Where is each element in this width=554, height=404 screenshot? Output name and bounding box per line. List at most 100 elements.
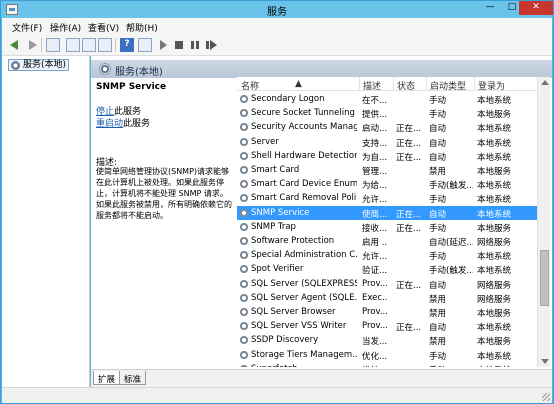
scroll-down-icon[interactable] [541, 359, 549, 364]
service-gear-icon [239, 335, 249, 346]
service-desc-cell: 管理... [362, 167, 388, 177]
sort-ascending-icon: ▲ [295, 79, 302, 89]
service-row[interactable]: Security Accounts Manag... 启动... 正在... 自动 本地… [237, 120, 537, 134]
service-desc-cell: Prov... [362, 278, 388, 289]
service-desc-cell: 允许... [362, 252, 388, 263]
pane-header: 服务(本地) [91, 60, 552, 78]
service-row[interactable]: Smart Card Removal Poli... 允许... 手动 本地系统 [237, 191, 537, 205]
service-row[interactable]: Secure Socket Tunneling ... 提供... 手动 本地服务 [237, 106, 537, 120]
tree-item-services-local[interactable]: 服务(本地) [8, 59, 70, 71]
column-divider[interactable] [474, 77, 475, 91]
service-logon-cell: 本地系统 [477, 96, 512, 106]
menu-file[interactable]: 文件(F) [12, 21, 42, 34]
action-pane-icon[interactable] [138, 38, 152, 52]
vertical-scrollbar[interactable] [537, 77, 550, 367]
service-gear-icon [239, 292, 249, 303]
restart-service-icon[interactable] [204, 38, 218, 52]
scroll-thumb[interactable] [540, 250, 549, 306]
service-gear-icon [239, 221, 249, 232]
services-gear-icon [11, 61, 20, 70]
service-desc-cell: 接收... [362, 223, 388, 234]
service-row[interactable]: Secondary Logon 在不... 手动 本地系统 [237, 92, 537, 106]
col-desc-header[interactable]: 描述 [363, 79, 381, 92]
view-tabs: 扩展 标准 [91, 369, 552, 387]
service-status-cell: 正在... [396, 209, 422, 220]
column-divider[interactable] [426, 77, 427, 91]
export-list-icon[interactable] [98, 38, 112, 52]
restart-service-link[interactable]: 重启动 [96, 119, 123, 129]
service-row[interactable]: SQL Server (SQLEXPRESS... Prov... 正在... 自动 网… [237, 277, 537, 291]
service-row[interactable]: SQL Server VSS Writer Prov... 正在... 自动 本地系统 [237, 319, 537, 333]
service-desc-cell: Prov... [362, 307, 388, 317]
menu-help[interactable]: 帮助(H) [126, 21, 158, 34]
service-row[interactable]: Server 支持... 正在... 自动 本地系统 [237, 135, 537, 149]
tab-standard[interactable]: 标准 [119, 371, 147, 385]
service-description: 使简单网络管理协议(SNMP)请求能够在此计算机上被处理。如果此服务停止，计算机… [96, 167, 232, 220]
service-gear-icon [239, 122, 249, 133]
service-logon-cell: 本地系统 [477, 351, 512, 362]
service-name-cell: SSDP Discovery [251, 335, 319, 346]
show-hide-tree-icon[interactable] [46, 38, 60, 52]
service-desc-cell: 使简... [362, 209, 388, 220]
service-name-cell: Special Administration C... [251, 250, 357, 261]
service-row[interactable]: SNMP Service 使简... 正在... 自动 本地系统 [237, 205, 537, 220]
column-divider[interactable] [393, 77, 394, 91]
service-logon-cell: 本地系统 [477, 266, 512, 277]
service-startup-cell: 自动 [429, 124, 447, 135]
help-icon[interactable]: ? [120, 38, 134, 52]
service-row[interactable]: SQL Server Browser Prov... 禁用 本地服务 [237, 305, 537, 319]
restart-service-suffix: 此服务 [123, 119, 151, 129]
service-gear-icon [239, 250, 249, 261]
service-row[interactable]: Superfetch 维护... 手动 本地系统 [237, 362, 537, 367]
scroll-up-icon[interactable] [541, 80, 549, 85]
service-startup-cell: 禁用 [429, 309, 447, 319]
menu-action[interactable]: 操作(A) [50, 21, 81, 34]
close-button[interactable]: ✕ [519, 1, 553, 15]
service-startup-cell: 手动 [429, 223, 447, 234]
menu-view[interactable]: 查看(V) [88, 21, 119, 34]
col-name-header[interactable]: 名称 [241, 79, 259, 92]
service-name-cell: Storage Tiers Managem... [251, 349, 357, 360]
stop-service-icon[interactable] [172, 38, 186, 52]
service-row[interactable]: Software Protection 启用 ... 自动(延迟... 网络服务 [237, 234, 537, 248]
service-row[interactable]: Storage Tiers Managem... 优化... 手动 本地系统 [237, 348, 537, 362]
service-row[interactable]: Special Administration C... 允许... 手动 本地系统 [237, 248, 537, 262]
toolbar-separator [115, 38, 116, 52]
tab-extended[interactable]: 扩展 [93, 371, 121, 385]
title-bar[interactable]: 服务 — □ ✕ [1, 1, 553, 18]
col-status-header[interactable]: 状态 [397, 79, 415, 92]
back-arrow-icon[interactable] [9, 38, 23, 52]
service-name-cell: Software Protection [251, 236, 335, 246]
start-service-icon[interactable] [156, 38, 170, 52]
services-list: ▲ 名称 描述 状态 启动类型 登录为 Secondary Logon 在不...… [237, 77, 537, 367]
service-desc-cell: 支持... [362, 138, 388, 149]
forward-arrow-icon[interactable] [25, 38, 39, 52]
col-logon-header[interactable]: 登录为 [478, 79, 505, 92]
service-gear-icon [239, 349, 249, 360]
service-desc-cell: 为给... [362, 181, 388, 192]
service-row[interactable]: SSDP Discovery 当发... 禁用 本地服务 [237, 333, 537, 347]
service-desc-cell: 提供... [362, 110, 388, 121]
col-startup-header[interactable]: 启动类型 [430, 79, 466, 92]
service-row[interactable]: SQL Server Agent (SQLE... Exec... 禁用 网络服务 [237, 291, 537, 305]
service-gear-icon [239, 108, 249, 119]
service-row[interactable]: Spot Verifier 验证... 手动(触发... 本地系统 [237, 262, 537, 276]
service-desc-cell: 当发... [362, 337, 388, 348]
refresh-icon[interactable] [82, 38, 96, 52]
service-name-cell: Secondary Logon [251, 94, 325, 104]
properties-icon[interactable] [66, 38, 80, 52]
service-gear-icon [239, 278, 249, 289]
column-divider[interactable] [359, 77, 360, 91]
service-gear-icon [239, 165, 249, 175]
minimize-button[interactable]: — [479, 1, 501, 15]
service-status-cell: 正在... [396, 323, 422, 334]
resize-grip-icon[interactable] [542, 393, 550, 401]
pause-service-icon[interactable] [188, 38, 202, 52]
service-row[interactable]: Smart Card 管理... 禁用 本地服务 [237, 163, 537, 177]
service-row[interactable]: SNMP Trap 接收... 正在... 手动 本地服务 [237, 220, 537, 234]
service-row[interactable]: Smart Card Device Enum... 为给... 手动(触发... 本地… [237, 177, 537, 191]
service-desc-cell: 为自... [362, 152, 388, 163]
service-status-cell: 正在... [396, 280, 422, 291]
service-row[interactable]: Shell Hardware Detection 为自... 正在... 自动 本地系统 [237, 149, 537, 163]
menu-bar: 文件(F) 操作(A) 查看(V) 帮助(H) [2, 18, 552, 34]
